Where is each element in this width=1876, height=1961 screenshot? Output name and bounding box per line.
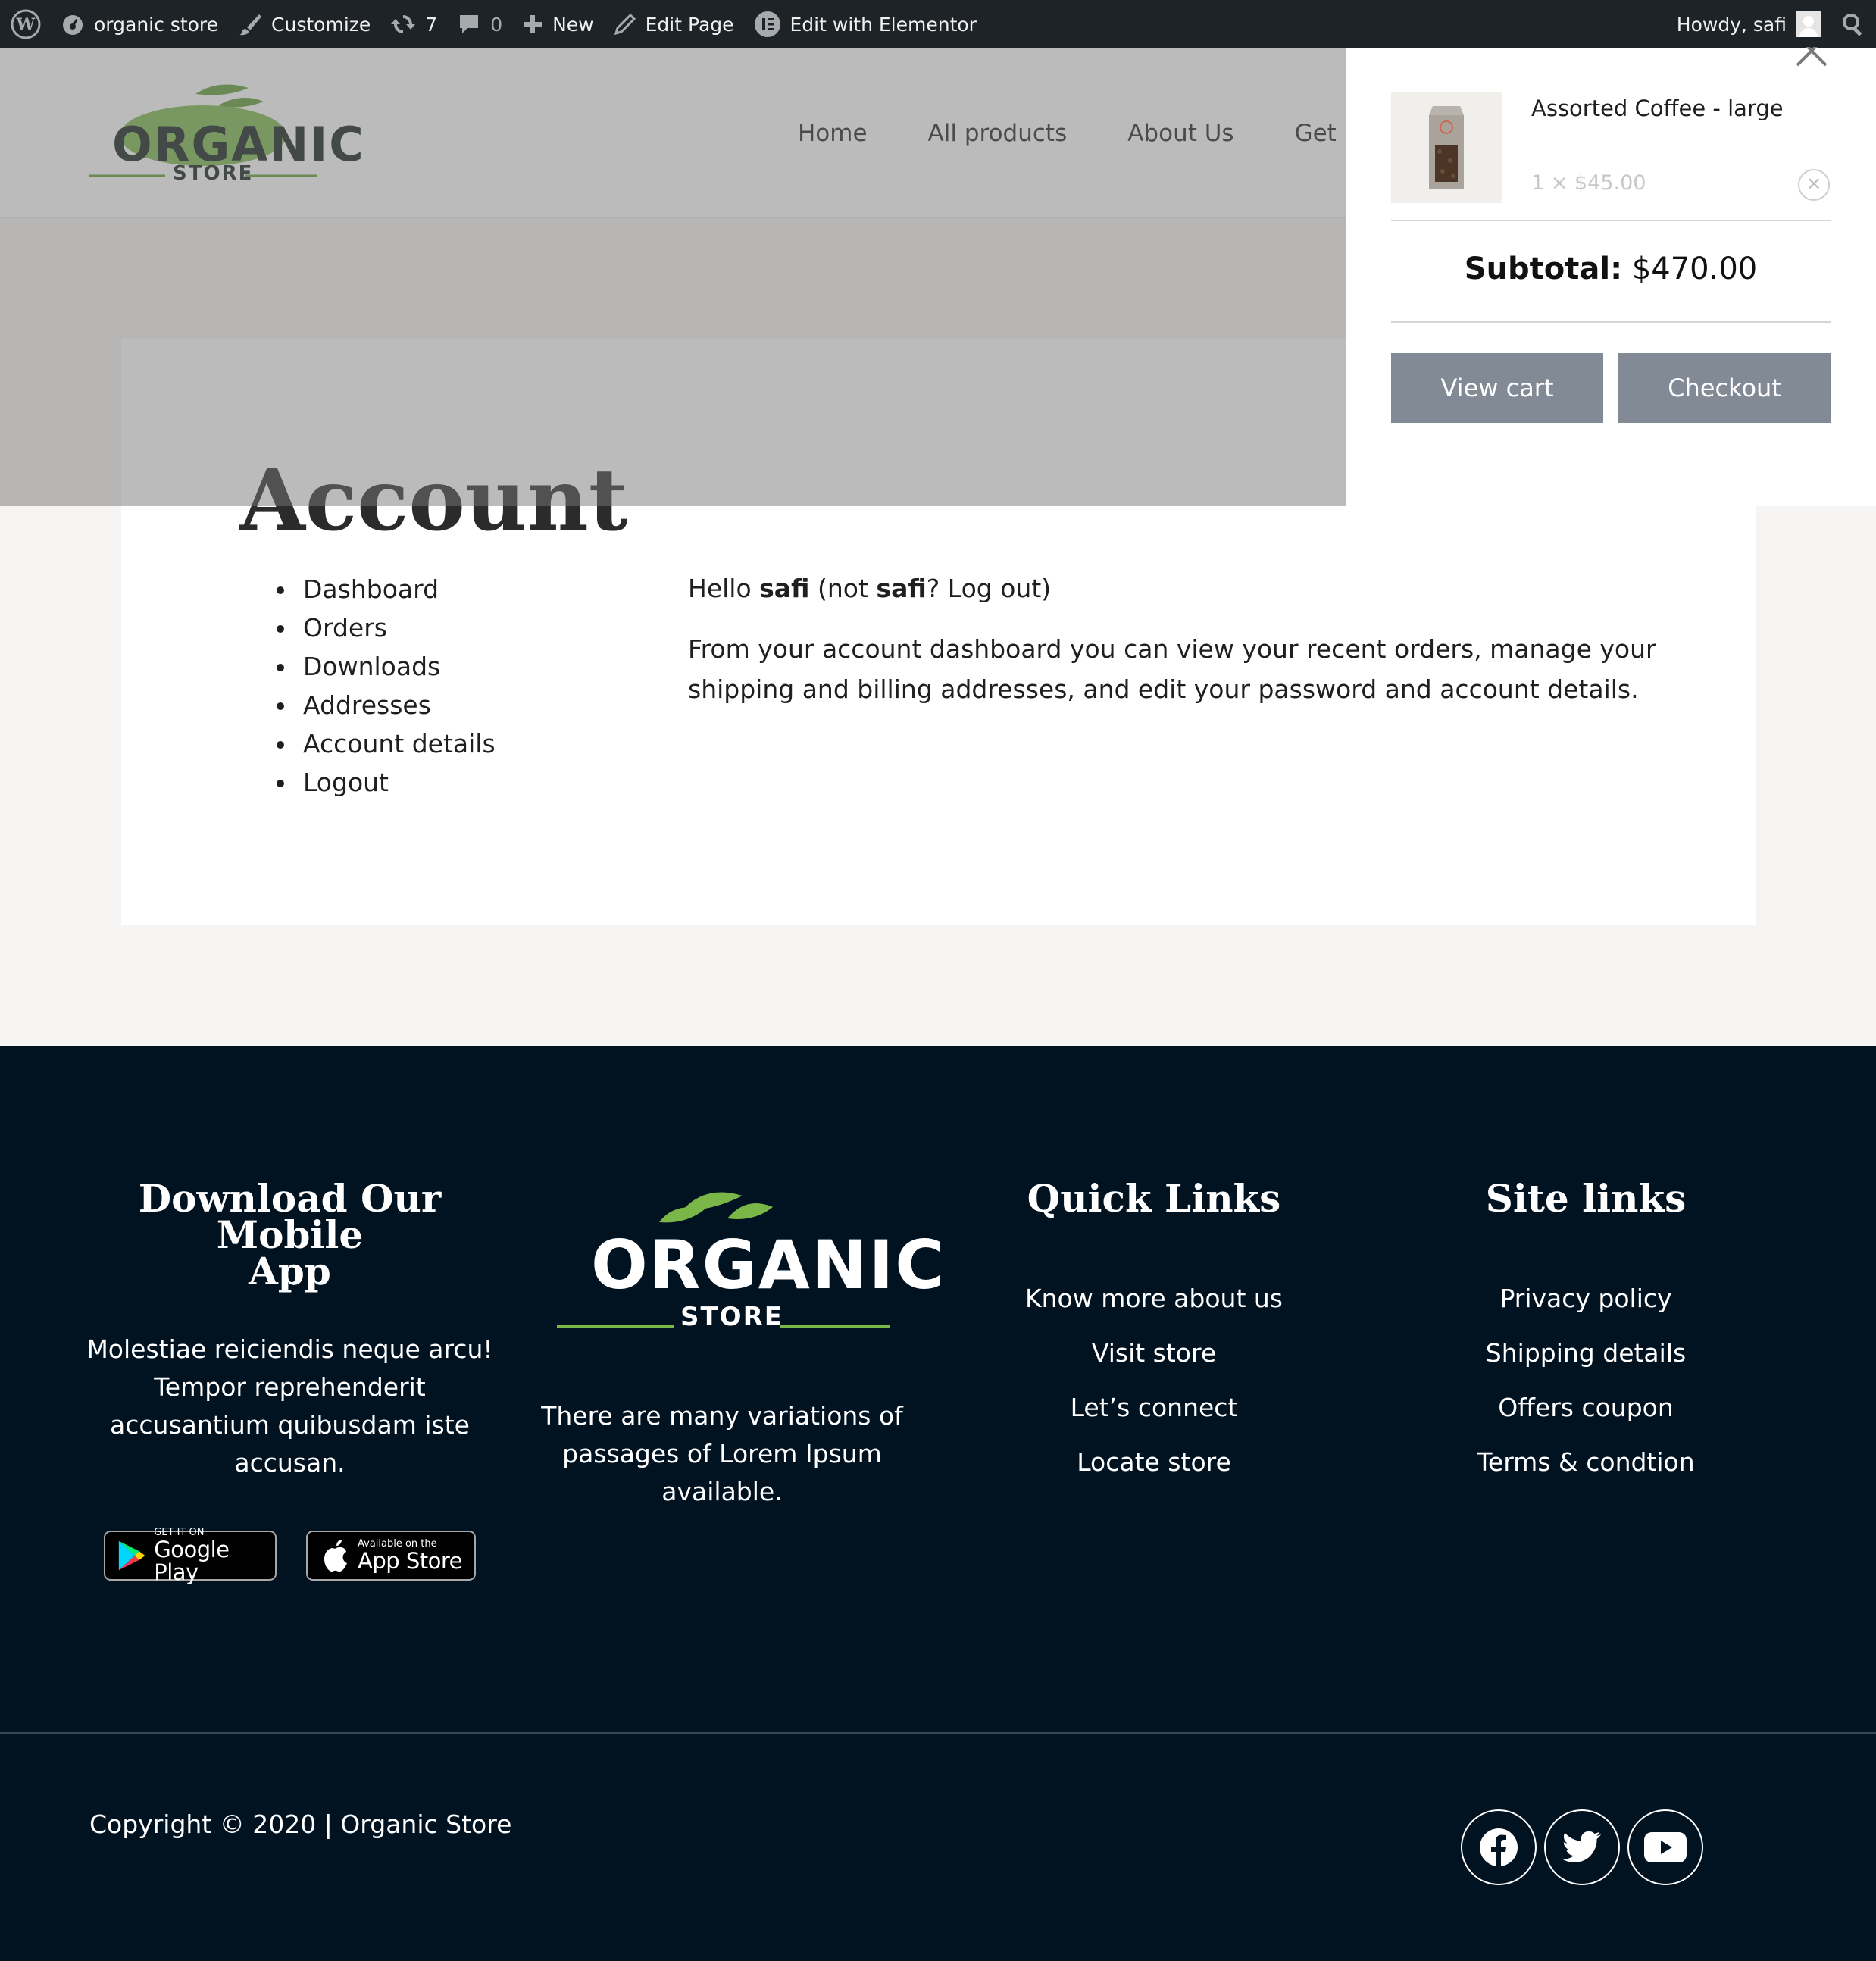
site-link[interactable]: Terms & condtion — [1417, 1435, 1755, 1490]
site-link[interactable]: Shipping details — [1417, 1326, 1755, 1381]
avatar — [1796, 11, 1821, 37]
plus-icon — [524, 15, 542, 33]
footer-logo[interactable]: ORGANIC STORE — [553, 1181, 944, 1332]
mini-cart-panel: Assorted Coffee - large 1 × $45.00 ✕ Sub… — [1346, 47, 1876, 506]
footer-app-text: Molestiae reiciendis neque arcu! Tempor … — [76, 1331, 504, 1482]
not-prefix: (not — [809, 574, 877, 603]
updates-count: 7 — [425, 13, 438, 36]
app-store-badge[interactable]: Available on the App Store — [306, 1531, 476, 1581]
edit-page-label: Edit Page — [645, 13, 734, 36]
footer-logo-wordmark: ORGANIC — [591, 1226, 946, 1304]
quick-link[interactable]: Know more about us — [985, 1271, 1323, 1326]
footer-divider — [0, 1732, 1876, 1734]
subtotal-label: Subtotal: — [1464, 252, 1623, 286]
cart-overlay[interactable] — [0, 48, 1346, 506]
app-text-line: Molestiae reiciendis neque arcu! — [86, 1334, 493, 1364]
footer-app-title: Download Our Mobile App — [76, 1176, 504, 1293]
logout-link[interactable]: ? Log out) — [927, 574, 1051, 603]
close-circle-icon[interactable]: ✕ — [1798, 169, 1830, 201]
not-user: safi — [876, 574, 927, 603]
cart-item-name[interactable]: Assorted Coffee - large — [1531, 95, 1784, 121]
elementor-icon — [754, 11, 780, 37]
hello-prefix: Hello — [688, 574, 760, 603]
search-icon — [1843, 14, 1862, 36]
comments-count: 0 — [490, 13, 503, 36]
app-text-line: accusan. — [234, 1448, 345, 1478]
facebook-icon[interactable] — [1461, 1809, 1537, 1885]
checkout-button[interactable]: Checkout — [1618, 353, 1831, 423]
twitter-icon[interactable] — [1544, 1809, 1620, 1885]
hello-user: safi — [759, 574, 810, 603]
google-play-badge[interactable]: GET IT ON Google Play — [104, 1528, 277, 1585]
close-icon[interactable] — [1793, 47, 1831, 70]
site-link[interactable]: Privacy policy — [1417, 1271, 1755, 1326]
wp-admin-bar: W organic store Customize 7 0 New Edit P… — [0, 0, 1876, 48]
admin-bar-site-name[interactable]: organic store — [51, 0, 228, 48]
logo-text-line: There are many variations of — [541, 1401, 903, 1431]
wordpress-logo-icon[interactable]: W — [0, 0, 51, 48]
dashboard-line-1: From your account dashboard you can view… — [688, 634, 1656, 664]
google-play-big: Google Play — [154, 1537, 230, 1585]
account-nav-downloads[interactable]: Downloads — [273, 647, 496, 686]
admin-bar-edit-page[interactable]: Edit Page — [604, 0, 744, 48]
account-nav-logout[interactable]: Logout — [273, 763, 496, 802]
admin-bar-comments[interactable]: 0 — [447, 0, 512, 48]
admin-bar-account[interactable]: Howdy, safi — [1667, 0, 1831, 48]
cart-divider — [1391, 220, 1831, 221]
app-store-big: App Store — [358, 1548, 463, 1574]
admin-bar-elementor[interactable]: Edit with Elementor — [744, 0, 986, 48]
app-text-line: Tempor reprehenderit — [154, 1372, 426, 1402]
quick-links-list: Know more about us Visit store Let’s con… — [985, 1271, 1323, 1490]
admin-bar-updates[interactable]: 7 — [380, 0, 447, 48]
cart-subtotal: Subtotal: $470.00 — [1391, 252, 1831, 286]
app-title-line-2: App — [249, 1249, 331, 1293]
comment-icon — [460, 15, 479, 33]
hello-message: Hello safi (not safi? Log out) — [688, 568, 1051, 608]
svg-text:W: W — [16, 15, 36, 35]
copyright-text: Copyright © 2020 | Organic Store — [89, 1809, 512, 1839]
app-text-line: accusantium quibusdam iste — [110, 1410, 470, 1440]
subtotal-value: $470.00 — [1622, 252, 1758, 286]
customize-label: Customize — [271, 13, 371, 36]
account-nav-orders[interactable]: Orders — [273, 608, 496, 647]
account-navigation: Dashboard Orders Downloads Addresses Acc… — [273, 570, 496, 802]
quick-link[interactable]: Locate store — [985, 1435, 1323, 1490]
new-label: New — [552, 13, 594, 36]
dashboard-line-2: shipping and billing addresses, and edit… — [688, 674, 1639, 704]
view-cart-button[interactable]: View cart — [1391, 353, 1603, 423]
paintbrush-icon — [239, 14, 262, 36]
admin-bar-new[interactable]: New — [512, 0, 604, 48]
quick-link[interactable]: Let’s connect — [985, 1381, 1323, 1435]
admin-bar-search[interactable] — [1831, 0, 1876, 48]
footer-logo-subtext: STORE — [680, 1302, 783, 1332]
app-title-line-1: Download Our Mobile — [138, 1176, 442, 1257]
account-nav-dashboard[interactable]: Dashboard — [273, 570, 496, 608]
updates-icon — [391, 15, 416, 33]
logo-text-line: passages of Lorem Ipsum available. — [562, 1439, 882, 1506]
youtube-icon[interactable] — [1627, 1809, 1703, 1885]
cart-divider — [1391, 321, 1831, 323]
product-thumbnail[interactable] — [1391, 92, 1502, 203]
dashboard-icon — [63, 15, 83, 35]
site-name-label: organic store — [94, 13, 219, 36]
account-nav-account-details[interactable]: Account details — [273, 724, 496, 763]
footer-logo-text: There are many variations of passages of… — [500, 1397, 944, 1511]
howdy-label: Howdy, safi — [1676, 13, 1787, 36]
google-play-icon — [118, 1540, 145, 1571]
dashboard-description: From your account dashboard you can view… — [688, 629, 1656, 709]
site-links-title: Site links — [1485, 1176, 1687, 1221]
apple-icon — [324, 1540, 347, 1572]
account-nav-addresses[interactable]: Addresses — [273, 686, 496, 724]
edit-elementor-label: Edit with Elementor — [789, 13, 977, 36]
admin-bar-customize[interactable]: Customize — [228, 0, 380, 48]
quick-links-title: Quick Links — [1027, 1176, 1281, 1221]
cart-item-quantity: 1 × $45.00 — [1531, 171, 1646, 195]
quick-link[interactable]: Visit store — [985, 1326, 1323, 1381]
pencil-icon — [614, 13, 636, 36]
site-links-list: Privacy policy Shipping details Offers c… — [1417, 1271, 1755, 1490]
site-link[interactable]: Offers coupon — [1417, 1381, 1755, 1435]
